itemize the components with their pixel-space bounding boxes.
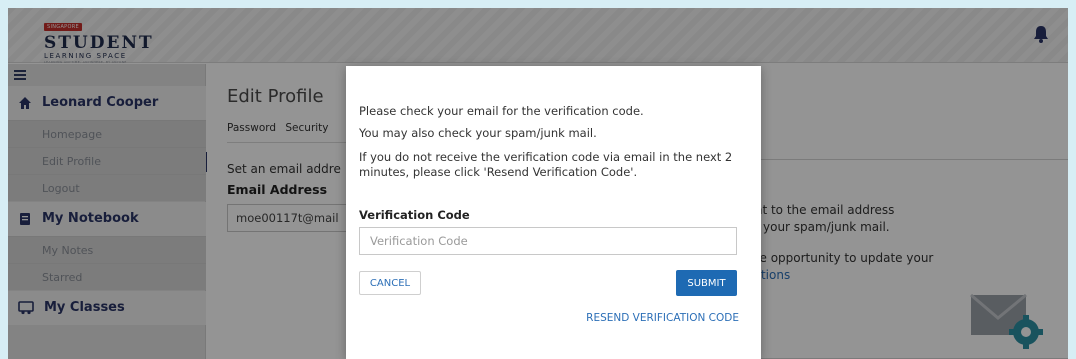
verification-dialog: Please check your email for the verifica… <box>346 66 761 359</box>
submit-button[interactable]: SUBMIT <box>676 270 737 296</box>
app-frame: SINGAPORE STUDENT LEARNING SPACE LEARNIN… <box>8 8 1068 359</box>
verification-code-label: Verification Code <box>359 208 470 222</box>
dialog-message-1: Please check your email for the verifica… <box>359 104 644 118</box>
verification-code-input[interactable] <box>359 227 737 255</box>
cancel-button[interactable]: CANCEL <box>359 271 421 295</box>
dialog-message-3: If you do not receive the verification c… <box>359 150 733 179</box>
dialog-message-2: You may also check your spam/junk mail. <box>359 126 597 140</box>
resend-verification-link[interactable]: RESEND VERIFICATION CODE <box>586 312 739 324</box>
